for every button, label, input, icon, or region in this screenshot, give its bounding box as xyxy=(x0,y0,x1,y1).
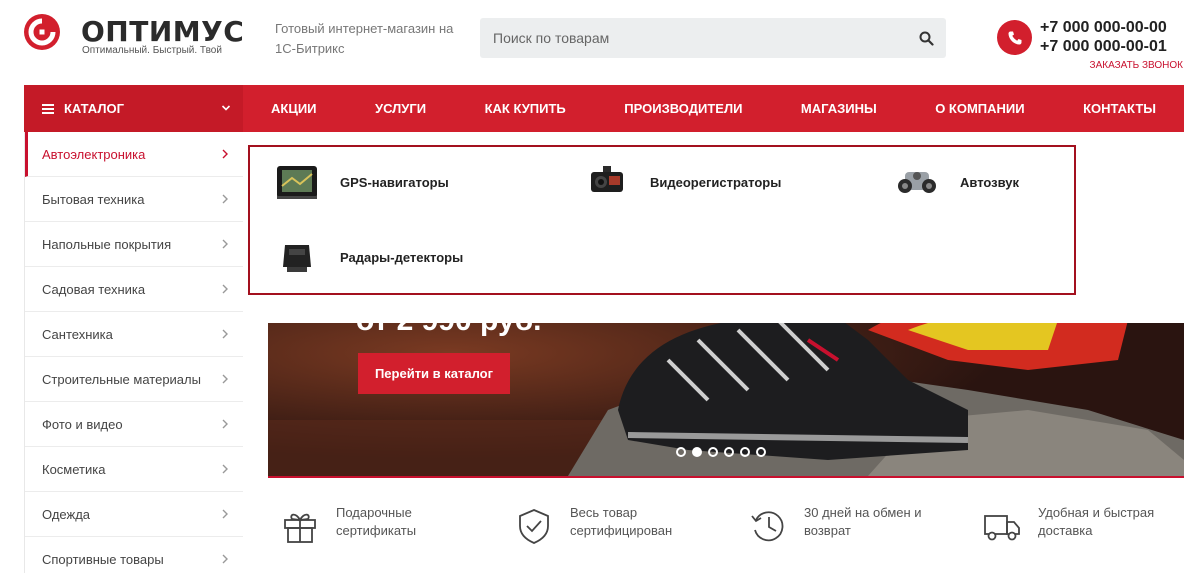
slider-dot[interactable] xyxy=(724,447,734,457)
dashcam-icon xyxy=(582,157,632,207)
feature-text: 30 дней на обмен и возврат xyxy=(804,505,922,538)
chevron-right-icon xyxy=(222,194,228,204)
search-bar xyxy=(480,18,946,58)
site-header: ОПТИМУС Оптимальный. Быстрый. Твой Готов… xyxy=(0,0,1199,85)
submenu-item-dashcam[interactable]: Видеорегистраторы xyxy=(582,157,781,207)
chevron-right-icon xyxy=(222,374,228,384)
feature-delivery: Удобная и быстрая доставка xyxy=(980,504,1178,548)
phone-number-2[interactable]: +7 000 000-00-01 xyxy=(1040,38,1167,56)
shield-check-icon xyxy=(512,504,556,548)
submenu-item-car-audio[interactable]: Автозвук xyxy=(892,157,1019,207)
nav-item-brands[interactable]: ПРОИЗВОДИТЕЛИ xyxy=(624,101,742,116)
logo[interactable]: ОПТИМУС Оптимальный. Быстрый. Твой xyxy=(24,14,244,64)
catalog-dropdown: GPS-навигаторы Видеорегистраторы Автозву… xyxy=(243,132,1184,323)
banner-bottom-line xyxy=(268,476,1184,478)
slider-dot-active[interactable] xyxy=(692,447,702,457)
sidebar-item-sports-goods[interactable]: Спортивные товары xyxy=(25,537,243,573)
submenu-item-gps[interactable]: GPS-навигаторы xyxy=(272,157,449,207)
phone-icon[interactable] xyxy=(997,20,1032,55)
main-nav: КАТАЛОГ АКЦИИ УСЛУГИ КАК КУПИТЬ ПРОИЗВОД… xyxy=(24,85,1184,132)
chevron-right-icon xyxy=(222,284,228,294)
sidebar-item-label: Сантехника xyxy=(42,326,113,342)
feature-gift-certificates: Подарочные сертификаты xyxy=(278,504,476,548)
submenu-item-label: GPS-навигаторы xyxy=(340,174,449,190)
search-button[interactable] xyxy=(906,18,946,58)
chevron-right-icon xyxy=(222,464,228,474)
logo-mark-icon xyxy=(24,14,60,50)
search-icon xyxy=(919,31,934,46)
nav-item-promotions[interactable]: АКЦИИ xyxy=(271,101,317,116)
sidebar-item-label: Строительные материалы xyxy=(42,371,201,387)
chevron-right-icon xyxy=(222,554,228,564)
catalog-sidebar: Автоэлектроника Бытовая техника Напольны… xyxy=(24,132,243,573)
sidebar-item-label: Автоэлектроника xyxy=(42,146,146,162)
sidebar-item-flooring[interactable]: Напольные покрытия xyxy=(25,222,243,267)
submenu-box: GPS-навигаторы Видеорегистраторы Автозву… xyxy=(248,145,1076,295)
nav-item-about[interactable]: О КОМПАНИИ xyxy=(935,101,1024,116)
handset-icon xyxy=(1008,31,1021,44)
logo-name: ОПТИМУС xyxy=(81,15,245,48)
go-to-catalog-button[interactable]: Перейти в каталог xyxy=(358,353,510,394)
sidebar-item-clothing[interactable]: Одежда xyxy=(25,492,243,537)
sidebar-item-label: Одежда xyxy=(42,506,91,522)
sidebar-item-photo-video[interactable]: Фото и видео xyxy=(25,402,243,447)
chevron-right-icon xyxy=(222,509,228,519)
car-audio-icon xyxy=(892,157,942,207)
search-input[interactable] xyxy=(480,18,900,58)
feature-text: Удобная и быстрая доставка xyxy=(1038,505,1155,538)
submenu-item-label: Видеорегистраторы xyxy=(650,174,782,190)
sidebar-item-home-appliances[interactable]: Бытовая техника xyxy=(25,177,243,222)
promo-banner[interactable]: от 2 990 руб. Перейти в каталог xyxy=(268,300,1184,476)
sidebar-item-building-materials[interactable]: Строительные материалы xyxy=(25,357,243,402)
nav-item-stores[interactable]: МАГАЗИНЫ xyxy=(801,101,877,116)
chevron-right-icon xyxy=(222,149,228,159)
nav-item-contacts[interactable]: КОНТАКТЫ xyxy=(1083,101,1156,116)
sidebar-item-label: Садовая техника xyxy=(42,281,146,297)
submenu-item-label: Автозвук xyxy=(960,174,1020,190)
hamburger-icon xyxy=(42,103,54,114)
feature-text: Весь товар сертифицирован xyxy=(570,505,673,538)
feature-return: 30 дней на обмен и возврат xyxy=(746,504,944,548)
logo-tagline: Оптимальный. Быстрый. Твой xyxy=(82,45,222,56)
sidebar-item-garden-equipment[interactable]: Садовая техника xyxy=(25,267,243,312)
catalog-label: КАТАЛОГ xyxy=(64,101,124,116)
slider-dot[interactable] xyxy=(676,447,686,457)
sidebar-item-label: Бытовая техника xyxy=(42,191,145,207)
features-row: Подарочные сертификаты Весь товар сертиф… xyxy=(268,490,1184,560)
sidebar-item-label: Фото и видео xyxy=(42,416,123,432)
header-slogan: Готовый интернет-магазин на 1С-Битрикс xyxy=(275,21,454,56)
sidebar-item-label: Напольные покрытия xyxy=(42,236,172,252)
sidebar-item-label: Спортивные товары xyxy=(42,551,164,567)
radar-detector-icon xyxy=(272,232,322,282)
nav-item-services[interactable]: УСЛУГИ xyxy=(375,101,426,116)
chevron-down-icon xyxy=(221,105,231,111)
feature-certified: Весь товар сертифицирован xyxy=(512,504,710,548)
gift-icon xyxy=(278,504,322,548)
nav-item-how-to-buy[interactable]: КАК КУПИТЬ xyxy=(485,101,566,116)
chevron-right-icon xyxy=(222,329,228,339)
feature-text: Подарочные сертификаты xyxy=(336,505,417,538)
nav-items: АКЦИИ УСЛУГИ КАК КУПИТЬ ПРОИЗВОДИТЕЛИ МА… xyxy=(243,85,1184,132)
sidebar-item-label: Косметика xyxy=(42,461,106,477)
gps-navigator-icon xyxy=(272,157,322,207)
clock-return-icon xyxy=(746,504,790,548)
submenu-item-label: Радары-детекторы xyxy=(340,249,464,265)
sidebar-item-plumbing[interactable]: Сантехника xyxy=(25,312,243,357)
chevron-right-icon xyxy=(222,239,228,249)
slider-dot[interactable] xyxy=(740,447,750,457)
slider-dot[interactable] xyxy=(708,447,718,457)
slider-dot[interactable] xyxy=(756,447,766,457)
sidebar-item-auto-electronics[interactable]: Автоэлектроника xyxy=(25,132,243,177)
slider-dots xyxy=(676,447,766,457)
catalog-menu-button[interactable]: КАТАЛОГ xyxy=(24,85,243,132)
phone-number-1[interactable]: +7 000 000-00-00 xyxy=(1040,19,1167,37)
callback-link[interactable]: ЗАКАЗАТЬ ЗВОНОК xyxy=(1090,60,1183,71)
chevron-right-icon xyxy=(222,419,228,429)
submenu-item-radar-detectors[interactable]: Радары-детекторы xyxy=(272,232,463,282)
delivery-truck-icon xyxy=(980,504,1024,548)
sidebar-item-cosmetics[interactable]: Косметика xyxy=(25,447,243,492)
